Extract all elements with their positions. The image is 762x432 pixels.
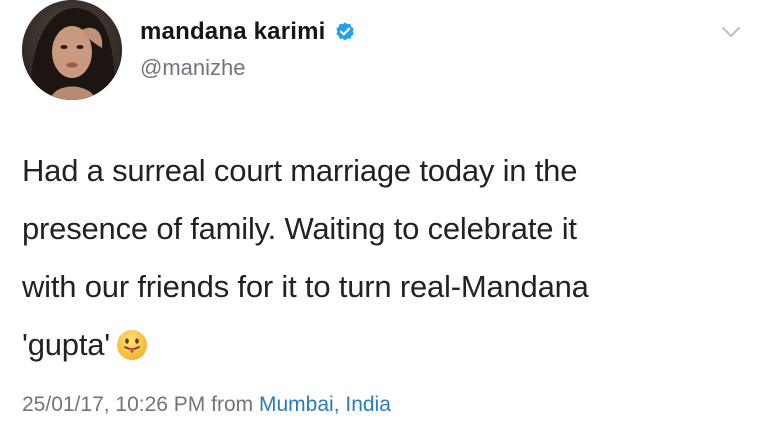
- tongue-out-emoji-icon: [116, 322, 148, 360]
- from-label: from: [211, 393, 254, 416]
- author-handle[interactable]: @manizhe: [140, 55, 246, 81]
- tweet-timestamp[interactable]: 25/01/17, 10:26 PM: [22, 393, 205, 416]
- avatar-photo: [22, 0, 122, 100]
- author-display-name[interactable]: mandana karimi: [140, 18, 326, 46]
- tweet-text-word: 'gupta': [22, 327, 111, 362]
- tweet-text: Had a surreal court marriage today in th…: [22, 142, 747, 374]
- avatar[interactable]: [22, 0, 122, 100]
- tweet-text-line: Had a surreal court marriage today in th…: [22, 153, 578, 188]
- chevron-down-icon[interactable]: [720, 24, 742, 40]
- tweet-meta: 25/01/17, 10:26 PM from Mumbai, India: [22, 393, 391, 417]
- tweet-location-link[interactable]: Mumbai, India: [259, 393, 391, 416]
- tweet-text-line: with our friends for it to turn real-Man…: [22, 269, 589, 304]
- tweet-card: mandana karimi @manizhe Had a surreal co…: [0, 0, 762, 432]
- author-name-row[interactable]: mandana karimi: [140, 18, 356, 46]
- verified-badge-icon: [334, 21, 356, 43]
- tweet-text-line-last: 'gupta': [22, 316, 747, 374]
- tweet-text-line: presence of family. Waiting to celebrate…: [22, 211, 577, 246]
